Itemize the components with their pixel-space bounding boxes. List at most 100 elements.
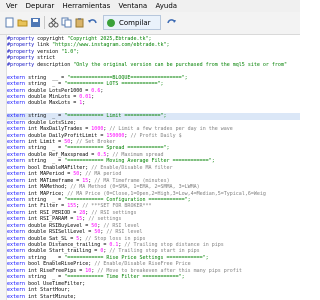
code-token: int StartMinute; xyxy=(25,293,77,300)
code-token: extern xyxy=(7,229,26,236)
code-token: // RSI level xyxy=(103,222,140,229)
code-token: extern xyxy=(7,254,26,261)
code-token: #property xyxy=(7,42,35,49)
code-token: extern xyxy=(7,267,26,274)
code-token: extern xyxy=(7,177,26,184)
copy-icon[interactable] xyxy=(61,17,72,28)
code-token: extern xyxy=(7,151,26,158)
code-token: ; xyxy=(100,87,104,94)
code-token: // settings xyxy=(88,216,122,223)
code-token: string _ = xyxy=(25,81,65,88)
code-token: extern xyxy=(7,158,26,165)
undo-icon[interactable] xyxy=(87,17,98,28)
code-token: string _ = xyxy=(25,145,65,152)
code-token: "Only the original version can be purcha… xyxy=(73,61,287,68)
code-token: extern xyxy=(7,248,26,255)
open-folder-icon[interactable] xyxy=(17,17,28,28)
code-token: extern xyxy=(7,209,26,216)
code-token: int RSI_PERIOD = xyxy=(25,209,80,216)
code-token: copyright xyxy=(34,36,68,42)
code-token: int MAMethod; xyxy=(25,184,71,191)
menu-herramientas[interactable]: Herramientas xyxy=(63,0,111,12)
code-token: extern xyxy=(7,87,26,94)
menu-ayuda[interactable]: Ayuda xyxy=(155,0,177,12)
code-token: // Maximum spread xyxy=(112,151,164,158)
code-token: double LotsSize; xyxy=(25,119,77,126)
code-token: extern xyxy=(7,132,26,139)
compile-button[interactable]: Compilar xyxy=(103,15,161,30)
code-token: // Enable/Disable RiseFree Price xyxy=(94,261,191,268)
code-token: string _ = xyxy=(25,158,65,165)
code-area[interactable]: #property copyright "Copyright 2025,Ebtr… xyxy=(7,36,300,300)
redo-icon[interactable] xyxy=(166,17,177,28)
code-token: int Limit = xyxy=(25,139,65,145)
code-token: int RSI_PARAM = xyxy=(25,216,77,223)
code-token: extern xyxy=(7,126,26,133)
cut-icon[interactable] xyxy=(48,17,59,28)
code-token: string _ = xyxy=(25,254,65,261)
code-token: "1.0"; xyxy=(61,48,80,55)
code-token: "Copyright 2025,Ebtrade.tk"; xyxy=(67,36,152,42)
code-token: int MATimeframe = xyxy=(25,177,83,184)
code-token: "============ LOTS ============"; xyxy=(64,81,164,88)
code-token: 1000 xyxy=(91,126,104,133)
code-token: extern xyxy=(7,100,26,107)
code-token: double RSIBuyLevel = xyxy=(25,222,92,229)
code-token: string _ = xyxy=(25,196,65,203)
code-token: strict xyxy=(34,55,56,62)
code-token: extern xyxy=(7,261,26,268)
menu-ver[interactable]: Ver xyxy=(6,0,17,12)
code-token: // ***SET FOR BROKER*** xyxy=(82,203,152,210)
code-token: #property xyxy=(7,61,35,68)
code-token: // MA Method (0=SMA, 1=EMA, 2=SMMA, 3=LW… xyxy=(70,184,200,191)
code-token: // MA Timeframe (minutes) xyxy=(94,177,170,184)
code-token: double MinLots = xyxy=(25,93,80,100)
save-icon[interactable] xyxy=(30,17,41,28)
code-token: extern xyxy=(7,235,26,242)
code-token: int MaxDailyTrades = xyxy=(25,126,92,133)
code-token: extern xyxy=(7,93,26,100)
code-token: extern xyxy=(7,293,26,300)
code-token: "============ Spread ============"; xyxy=(64,145,170,152)
code-token: bool UseTimeFilter; xyxy=(25,280,86,287)
code-token: // Limit a few trades per day in the wav… xyxy=(109,126,233,133)
code-token: 0.01 xyxy=(79,93,92,100)
menu-bar: Ver Depurar Herramientas Ventana Ayuda xyxy=(0,0,300,12)
code-token: extern xyxy=(7,190,26,197)
code-token: 0.5 xyxy=(97,151,107,158)
code-token: extern xyxy=(7,184,26,191)
menu-ventana[interactable]: Ventana xyxy=(118,0,147,12)
code-token: version xyxy=(34,48,62,55)
code-token: 155 xyxy=(67,203,77,210)
code-token: extern xyxy=(7,145,26,152)
code-editor[interactable]: #property copyright "Copyright 2025,Ebtr… xyxy=(0,35,300,300)
code-token: double Start_trailing = xyxy=(25,248,101,255)
code-token: // Set Broker xyxy=(76,139,116,145)
code-token: string _ = xyxy=(25,113,65,120)
paste-icon[interactable] xyxy=(74,17,85,28)
code-token: int RiseFreePips = xyxy=(25,267,86,274)
code-token: bool EnableRisePrice; xyxy=(25,261,95,268)
code-token: ; xyxy=(91,93,95,100)
code-token: #property xyxy=(7,36,35,42)
code-token: // Enable/Disable MA filter xyxy=(91,164,173,171)
code-token: double Ref_Maxspread = xyxy=(25,151,98,158)
code-token: extern xyxy=(7,242,26,248)
code-token: extern xyxy=(7,274,26,281)
compile-icon xyxy=(107,19,115,27)
code-token: ; xyxy=(82,100,86,107)
code-token: "============ Time Filter ============"; xyxy=(64,274,185,281)
menu-depurar[interactable]: Depurar xyxy=(26,0,55,12)
code-token: "============ Limit ============"; xyxy=(64,113,167,120)
code-token: double DailyProfitLimit = xyxy=(25,132,107,139)
editor-gutter xyxy=(0,35,7,300)
new-file-icon[interactable] xyxy=(4,17,15,28)
code-token: extern xyxy=(7,280,26,287)
code-token: extern xyxy=(7,216,26,223)
code-token: extern xyxy=(7,222,26,229)
code-token: extern xyxy=(7,74,26,81)
code-token: "============ Rise Price Settings ======… xyxy=(64,254,209,261)
code-token: string __ = xyxy=(25,74,68,81)
code-line: #property description "Only the original… xyxy=(7,62,300,68)
code-token: "https://www.instagram.com/ebtrade.tk"; xyxy=(52,42,170,49)
